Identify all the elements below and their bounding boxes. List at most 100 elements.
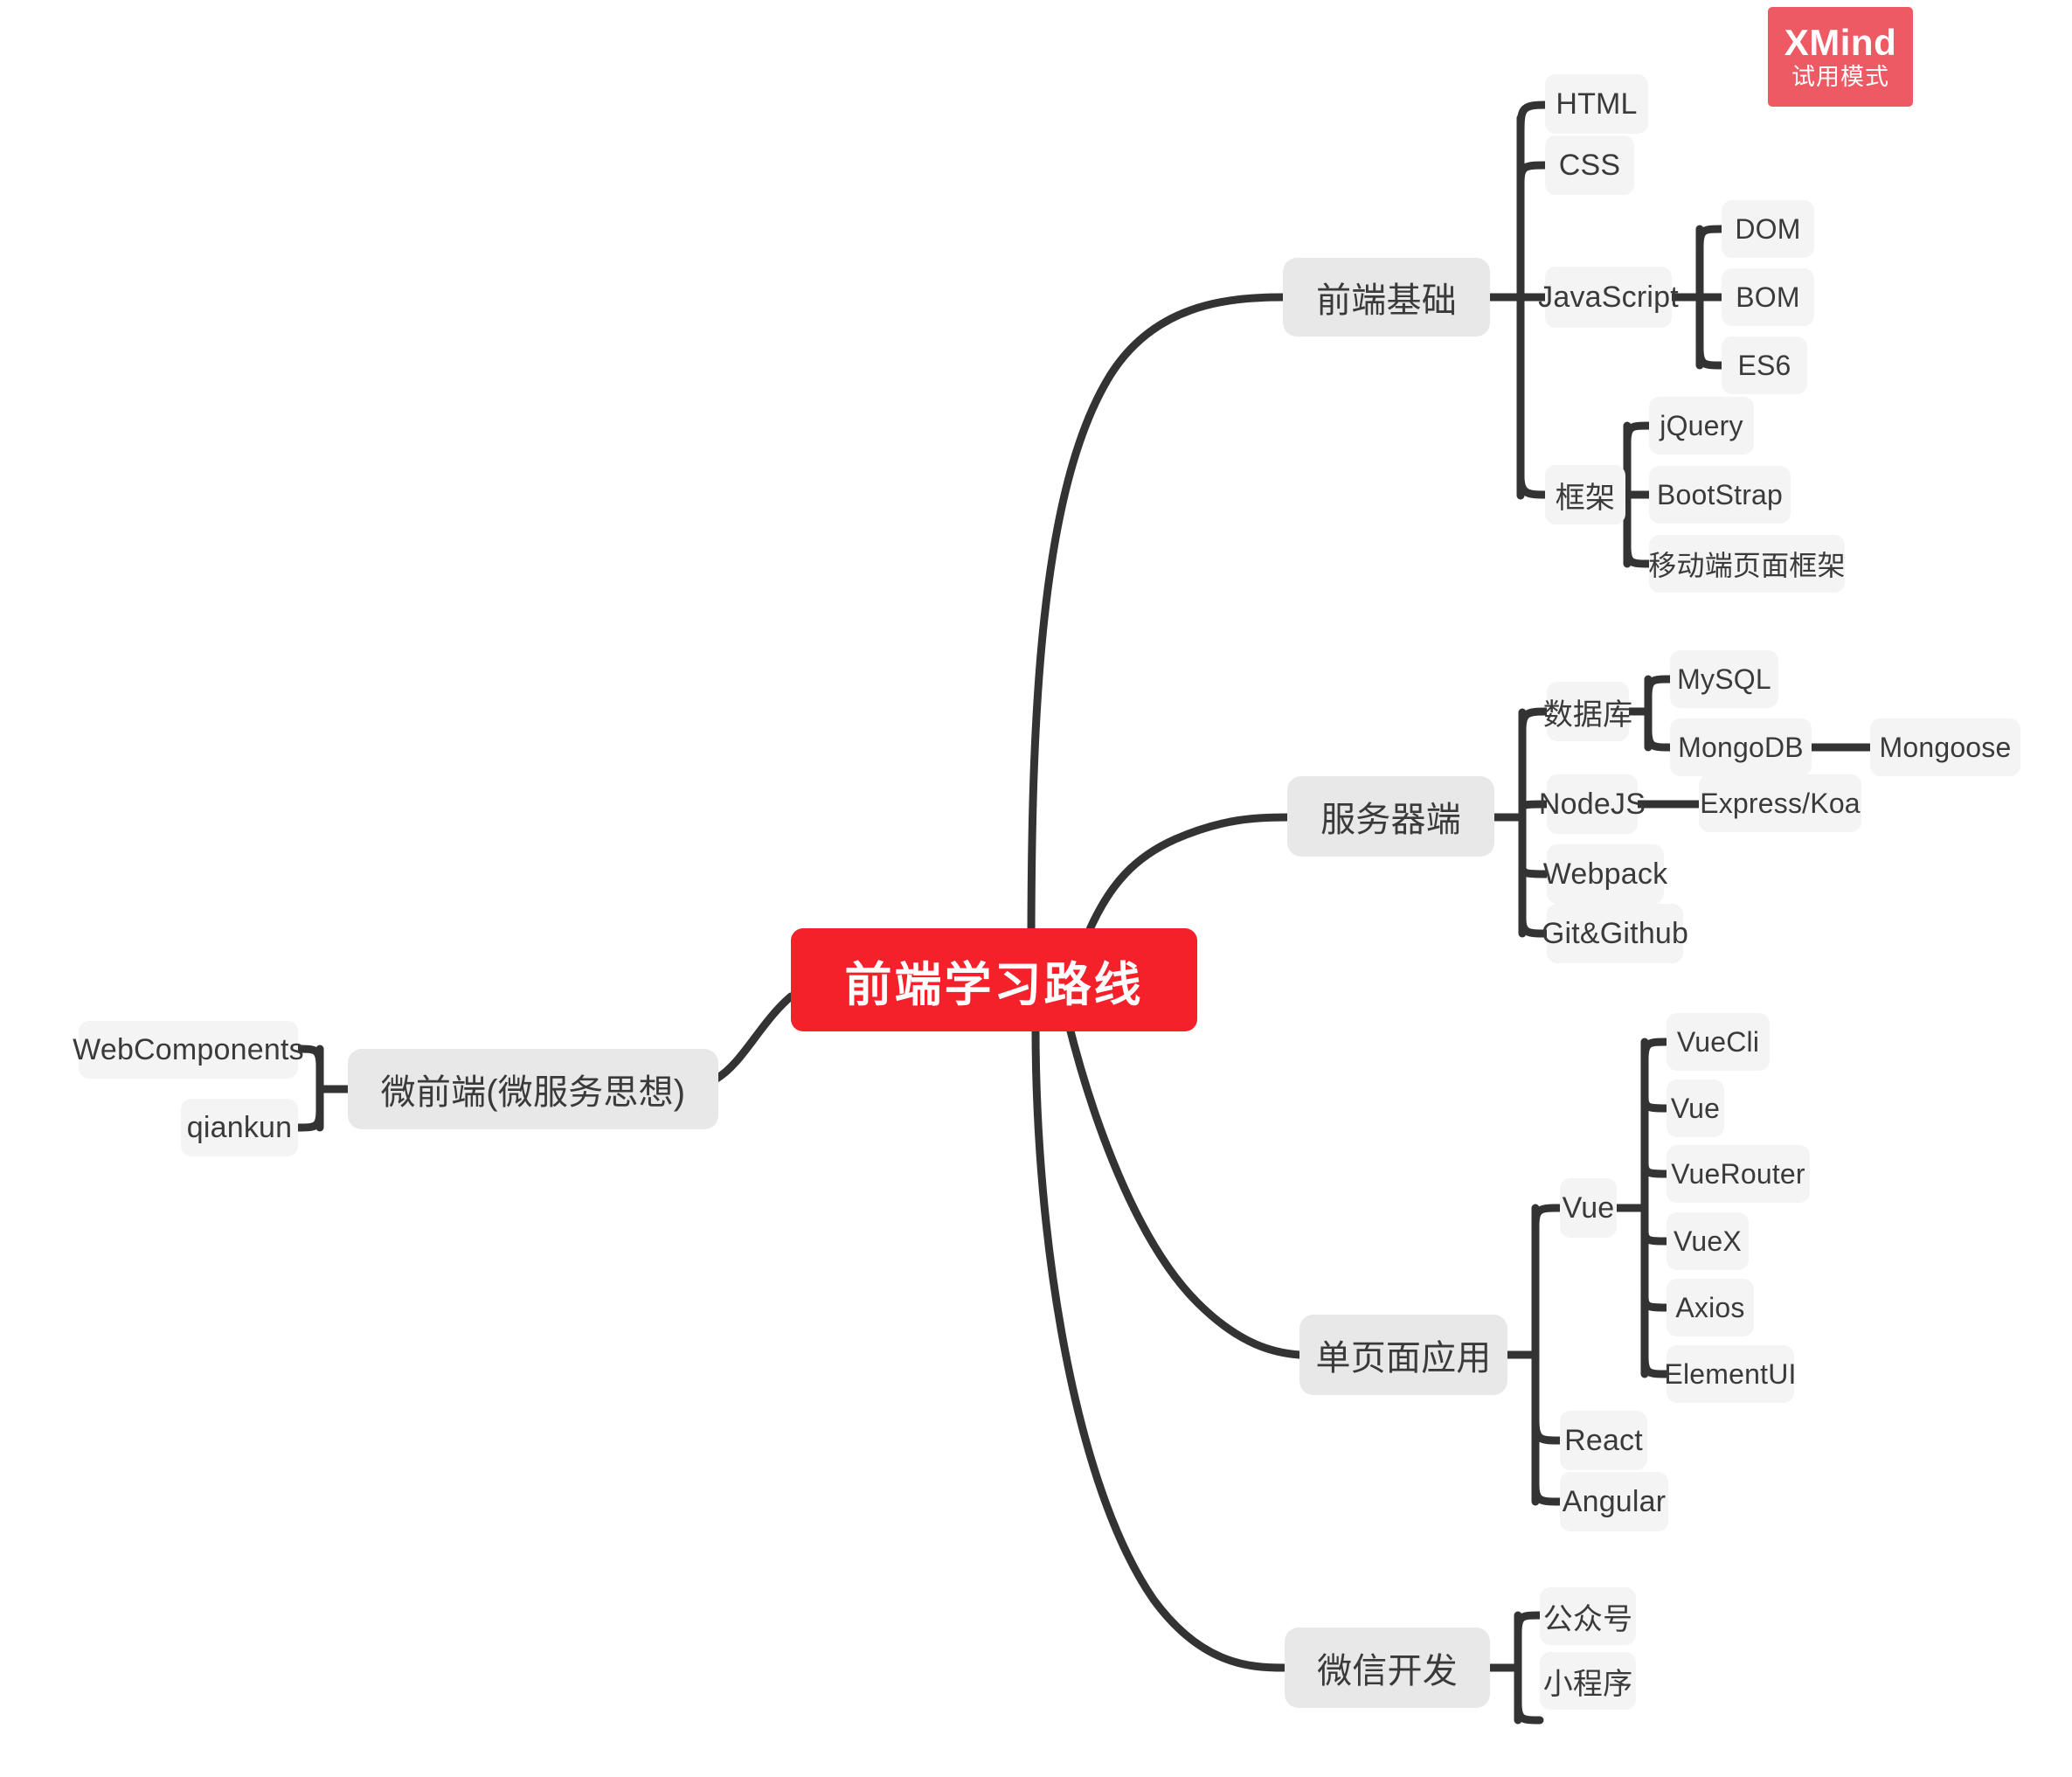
xmind-trial-badge: XMind 试用模式 (1768, 7, 1913, 107)
node-webcomponents-label: WebComponents (73, 1032, 304, 1066)
edge-fb-framework (1516, 472, 1549, 499)
edge-root-wechat (1031, 1023, 1289, 1672)
edge-fr-mobile (1623, 542, 1653, 568)
node-jquery[interactable]: jQuery (1649, 397, 1754, 455)
node-bom-label: BOM (1736, 281, 1800, 313)
node-css[interactable]: CSS (1545, 135, 1634, 195)
mindmap-canvas: 前端学习路线 前端基础 HTML CSS JavaScript DOM BOM … (0, 0, 2072, 1777)
node-mongodb-label: MongoDB (1678, 731, 1804, 763)
node-git-github-label: Git&Github (1541, 916, 1689, 950)
node-vuecli-label: VueCli (1676, 1025, 1760, 1058)
branch-server-label: 服务器端 (1320, 801, 1461, 839)
node-qiankun-label: qiankun (186, 1110, 293, 1144)
edge-wc-mini (1514, 1698, 1544, 1725)
node-vue-child[interactable]: Vue (1667, 1079, 1724, 1137)
node-vuerouter-label: VueRouter (1671, 1157, 1805, 1190)
edge-vue-axios (1640, 1292, 1671, 1312)
node-dom-label: DOM (1735, 212, 1801, 245)
node-framework-label: 框架 (1555, 481, 1616, 515)
node-bom[interactable]: BOM (1722, 268, 1814, 326)
edge-root-frontend-basics (1027, 293, 1287, 957)
node-official-account[interactable]: 公众号 (1540, 1587, 1636, 1645)
edge-fr-jquery (1623, 421, 1653, 448)
edge-fb-css (1516, 161, 1549, 188)
node-axios[interactable]: Axios (1667, 1279, 1754, 1336)
node-vuex-label: VueX (1674, 1225, 1742, 1257)
edge-db-mongodb (1644, 725, 1674, 752)
node-webpack[interactable]: Webpack (1543, 844, 1667, 904)
branch-micro-frontend-label: 微前端(微服务思想) (380, 1073, 686, 1112)
edge-mf-qiankun (294, 1106, 324, 1132)
node-bootstrap-label: BootStrap (1656, 478, 1784, 510)
node-es6[interactable]: ES6 (1722, 337, 1807, 394)
node-framework[interactable]: 框架 (1545, 465, 1625, 524)
edge-root-server (1084, 813, 1292, 938)
node-bootstrap[interactable]: BootStrap (1649, 466, 1791, 524)
node-miniprogram[interactable]: 小程序 (1540, 1652, 1636, 1710)
edge-vue-vue (1640, 1093, 1671, 1113)
node-html[interactable]: HTML (1545, 74, 1648, 134)
node-dom[interactable]: DOM (1722, 200, 1814, 258)
branch-server[interactable]: 服务器端 (1287, 776, 1494, 857)
node-qiankun[interactable]: qiankun (181, 1099, 298, 1156)
edge-wc-official (1514, 1611, 1544, 1637)
node-axios-label: Axios (1675, 1291, 1745, 1323)
node-express-koa[interactable]: Express/Koa (1699, 774, 1861, 832)
branch-micro-frontend[interactable]: 微前端(微服务思想) (348, 1049, 718, 1129)
node-webpack-label: Webpack (1542, 857, 1668, 891)
branch-wechat[interactable]: 微信开发 (1285, 1628, 1490, 1708)
node-es6-label: ES6 (1737, 349, 1791, 381)
node-mongoose-label: Mongoose (1879, 731, 2012, 763)
node-angular-label: Angular (1562, 1484, 1667, 1518)
node-mysql[interactable]: MySQL (1670, 650, 1778, 708)
node-angular[interactable]: Angular (1560, 1472, 1668, 1531)
node-react-label: React (1564, 1423, 1643, 1457)
edge-js-dom (1695, 225, 1726, 251)
node-mysql-label: MySQL (1677, 663, 1771, 695)
node-mobile-framework[interactable]: 移动端页面框架 (1648, 535, 1846, 593)
node-official-account-label: 公众号 (1542, 1602, 1633, 1636)
node-vuerouter[interactable]: VueRouter (1667, 1145, 1810, 1203)
edge-js-es6 (1695, 344, 1726, 370)
node-elementui-label: ElementUI (1664, 1357, 1797, 1390)
root-node[interactable]: 前端学习路线 (791, 928, 1197, 1031)
edge-spa-react (1531, 1416, 1564, 1445)
branch-wechat-label: 微信开发 (1317, 1652, 1458, 1690)
node-mobile-framework-label: 移动端页面框架 (1648, 550, 1846, 581)
node-react[interactable]: React (1560, 1411, 1647, 1470)
node-database[interactable]: 数据库 (1543, 682, 1632, 741)
edge-vue-elementui (1640, 1352, 1671, 1378)
node-javascript-label: JavaScript (1538, 280, 1679, 314)
node-elementui[interactable]: ElementUI (1664, 1345, 1797, 1403)
node-jquery-label: jQuery (1660, 409, 1743, 441)
node-vuecli[interactable]: VueCli (1667, 1013, 1770, 1071)
edge-fb-html (1516, 101, 1549, 140)
node-vue-label: Vue (1562, 1190, 1615, 1225)
node-mongoose[interactable]: Mongoose (1870, 718, 2020, 776)
node-vuex[interactable]: VueX (1667, 1212, 1749, 1270)
branch-spa[interactable]: 单页面应用 (1299, 1315, 1507, 1395)
node-javascript[interactable]: JavaScript (1538, 267, 1679, 328)
xmind-logo-text: XMind (1784, 22, 1897, 63)
node-database-label: 数据库 (1542, 698, 1633, 732)
edge-spa-angular (1531, 1480, 1564, 1506)
root-node-label: 前端学习路线 (844, 958, 1144, 1011)
node-webcomponents[interactable]: WebComponents (73, 1021, 304, 1079)
edge-vue-vuecli (1640, 1038, 1671, 1064)
branch-frontend-basics-label: 前端基础 (1316, 281, 1457, 320)
edge-db-mysql (1644, 675, 1674, 701)
node-css-label: CSS (1558, 148, 1621, 182)
node-git-github[interactable]: Git&Github (1542, 904, 1688, 963)
node-mongodb[interactable]: MongoDB (1670, 718, 1812, 776)
node-miniprogram-label: 小程序 (1542, 1667, 1633, 1701)
node-vue-child-label: Vue (1670, 1092, 1721, 1124)
edge-spa-vue (1531, 1204, 1564, 1230)
node-nodejs[interactable]: NodeJS (1539, 774, 1646, 834)
node-vue[interactable]: Vue (1560, 1178, 1617, 1238)
mindmap-connectors (294, 101, 1875, 1725)
edge-root-spa (1064, 1017, 1304, 1359)
edge-vue-vuex (1640, 1226, 1671, 1246)
node-html-label: HTML (1556, 87, 1638, 121)
xmind-trial-text: 试用模式 (1791, 64, 1889, 90)
branch-frontend-basics[interactable]: 前端基础 (1283, 258, 1490, 337)
